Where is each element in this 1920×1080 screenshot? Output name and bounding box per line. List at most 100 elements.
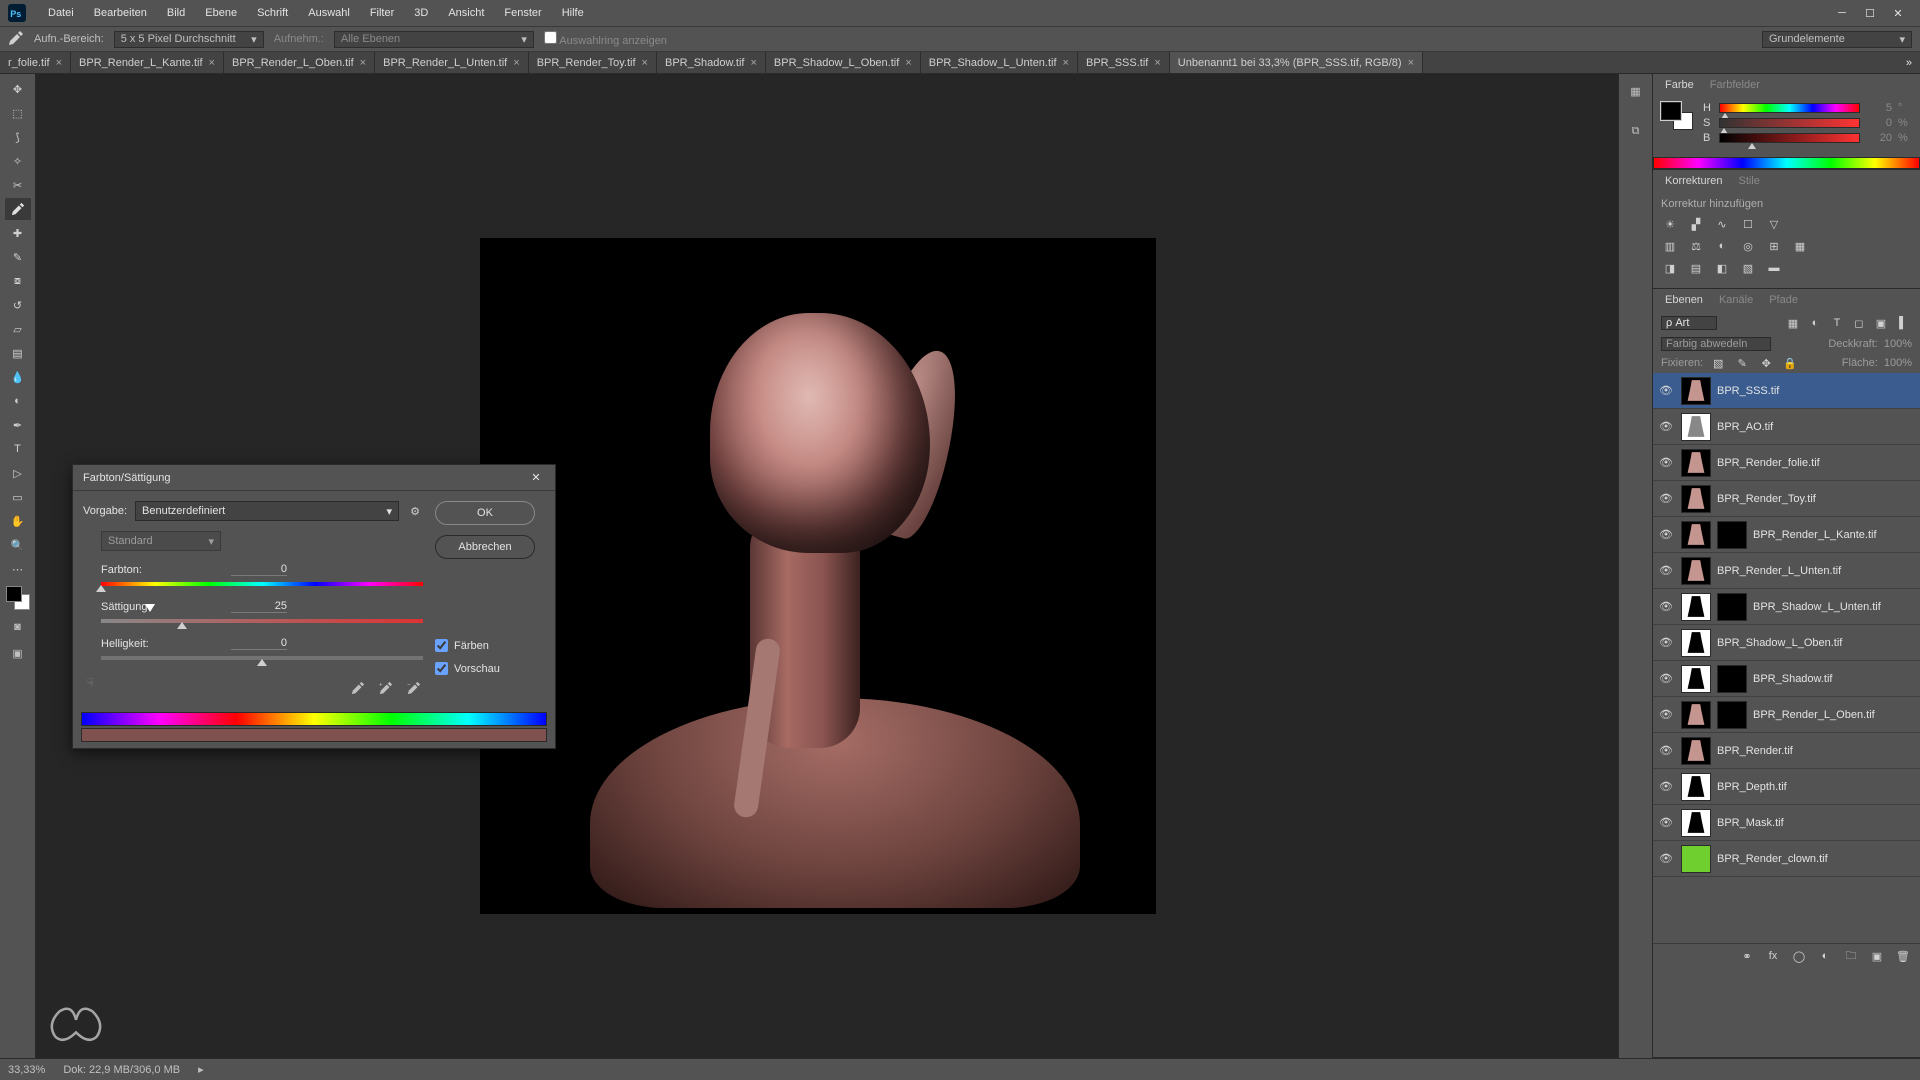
layer-visibility-icon[interactable]: 👁 — [1657, 636, 1675, 649]
layer-visibility-icon[interactable]: 👁 — [1657, 600, 1675, 613]
eyedropper-tool[interactable] — [5, 198, 31, 220]
tab-adjustments[interactable]: Korrekturen — [1657, 173, 1730, 189]
menu-schrift[interactable]: Schrift — [247, 7, 298, 19]
layer-thumbnail[interactable] — [1681, 485, 1711, 513]
exposure-icon[interactable]: ☐ — [1739, 216, 1757, 232]
tab-layers[interactable]: Ebenen — [1657, 292, 1711, 308]
new-layer-icon[interactable]: ▣ — [1868, 948, 1886, 964]
tab-swatches[interactable]: Farbfelder — [1702, 77, 1768, 93]
lock-transparency-icon[interactable]: ▧ — [1709, 355, 1727, 371]
layer-mask-thumbnail[interactable] — [1717, 593, 1747, 621]
layer-row[interactable]: 👁BPR_Render.tif — [1653, 733, 1920, 769]
layer-thumbnail[interactable] — [1681, 557, 1711, 585]
tab-overflow-icon[interactable]: » — [1898, 52, 1920, 73]
layer-visibility-icon[interactable]: 👁 — [1657, 564, 1675, 577]
show-ring-checkbox[interactable]: Auswahlring anzeigen — [544, 31, 667, 47]
screen-mode-button[interactable]: ▣ — [7, 644, 29, 662]
zoom-level[interactable]: 33,33% — [8, 1064, 45, 1076]
layer-row[interactable]: 👁BPR_Depth.tif — [1653, 769, 1920, 805]
layer-visibility-icon[interactable]: 👁 — [1657, 672, 1675, 685]
tab-close-icon[interactable]: × — [209, 57, 215, 69]
window-maximize-button[interactable]: ☐ — [1856, 4, 1884, 22]
sample-layers-select[interactable]: Alle Ebenen▾ — [334, 31, 534, 48]
menu-datei[interactable]: Datei — [38, 7, 84, 19]
document-tab[interactable]: BPR_Render_L_Oben.tif× — [224, 52, 375, 73]
filter-adjust-icon[interactable]: ◐ — [1806, 315, 1824, 331]
saturation-value[interactable]: 25 — [231, 600, 287, 613]
eyedropper-sub-icon[interactable]: − — [405, 680, 423, 696]
layer-filter-type[interactable]: ρ Art — [1661, 316, 1717, 330]
threshold-icon[interactable]: ◧ — [1713, 260, 1731, 276]
layer-row[interactable]: 👁BPR_Mask.tif — [1653, 805, 1920, 841]
status-arrow-icon[interactable]: ▸ — [198, 1063, 204, 1076]
layer-visibility-icon[interactable]: 👁 — [1657, 852, 1675, 865]
layer-row[interactable]: 👁BPR_Render_L_Unten.tif — [1653, 553, 1920, 589]
menu-filter[interactable]: Filter — [360, 7, 404, 19]
layer-thumbnail[interactable] — [1681, 845, 1711, 873]
gradient-map-icon[interactable]: ▬ — [1765, 260, 1783, 276]
layer-row[interactable]: 👁BPR_Shadow_L_Oben.tif — [1653, 625, 1920, 661]
lock-all-icon[interactable]: 🔒 — [1781, 355, 1799, 371]
pen-tool[interactable]: ✒ — [5, 414, 31, 436]
channel-mixer-icon[interactable]: ⊞ — [1765, 238, 1783, 254]
lightness-value[interactable]: 0 — [231, 637, 287, 650]
link-layers-icon[interactable]: ⚭ — [1738, 948, 1756, 964]
document-tab[interactable]: BPR_Render_L_Kante.tif× — [71, 52, 224, 73]
color-ramp[interactable] — [1653, 157, 1920, 169]
menu-hilfe[interactable]: Hilfe — [552, 7, 594, 19]
color-lookup-icon[interactable]: ▦ — [1791, 238, 1809, 254]
eyedropper-add-icon[interactable]: + — [377, 680, 395, 696]
mask-icon[interactable]: ◯ — [1790, 948, 1808, 964]
layer-thumbnail[interactable] — [1681, 449, 1711, 477]
layer-row[interactable]: 👁BPR_Render_L_Kante.tif — [1653, 517, 1920, 553]
quick-mask-button[interactable]: ◙ — [7, 618, 29, 636]
hand-tool[interactable]: ✋ — [5, 510, 31, 532]
document-tab[interactable]: r_folie.tif× — [0, 52, 71, 73]
brightness-icon[interactable]: ☀ — [1661, 216, 1679, 232]
layer-thumbnail[interactable] — [1681, 701, 1711, 729]
fx-icon[interactable]: fx — [1764, 948, 1782, 964]
hue-value[interactable]: 0 — [231, 563, 287, 576]
layer-mask-thumbnail[interactable] — [1717, 665, 1747, 693]
tab-close-icon[interactable]: × — [750, 57, 756, 69]
opacity-value[interactable]: 100% — [1884, 338, 1912, 350]
fill-value[interactable]: 100% — [1884, 357, 1912, 369]
s-value[interactable]: 0 — [1866, 117, 1892, 129]
gradient-tool[interactable]: ▤ — [5, 342, 31, 364]
lock-position-icon[interactable]: ✥ — [1757, 355, 1775, 371]
menu-bild[interactable]: Bild — [157, 7, 195, 19]
document-tab[interactable]: BPR_Shadow_L_Oben.tif× — [766, 52, 921, 73]
layer-row[interactable]: 👁BPR_Shadow.tif — [1653, 661, 1920, 697]
levels-icon[interactable]: ▞ — [1687, 216, 1705, 232]
tab-channels[interactable]: Kanäle — [1711, 292, 1761, 308]
tab-close-icon[interactable]: × — [360, 57, 366, 69]
tab-close-icon[interactable]: × — [642, 57, 648, 69]
doc-size[interactable]: Dok: 22,9 MB/306,0 MB — [63, 1064, 180, 1076]
layer-thumbnail[interactable] — [1681, 773, 1711, 801]
tab-styles[interactable]: Stile — [1730, 173, 1767, 189]
filter-type-icon[interactable]: T — [1828, 315, 1846, 331]
layer-mask-thumbnail[interactable] — [1717, 521, 1747, 549]
layer-visibility-icon[interactable]: 👁 — [1657, 780, 1675, 793]
layer-thumbnail[interactable] — [1681, 809, 1711, 837]
saturation-slider[interactable] — [101, 619, 423, 623]
color-swatch-pair[interactable] — [1661, 102, 1693, 130]
layer-visibility-icon[interactable]: 👁 — [1657, 708, 1675, 721]
sample-size-select[interactable]: 5 x 5 Pixel Durchschnitt▾ — [114, 31, 264, 48]
edit-toolbar[interactable]: ⋯ — [5, 558, 31, 580]
lasso-tool[interactable]: ⟆ — [5, 126, 31, 148]
tab-close-icon[interactable]: × — [1063, 57, 1069, 69]
selective-color-icon[interactable]: ▧ — [1739, 260, 1757, 276]
menu-ansicht[interactable]: Ansicht — [438, 7, 494, 19]
layer-row[interactable]: 👁BPR_Shadow_L_Unten.tif — [1653, 589, 1920, 625]
layer-thumbnail[interactable] — [1681, 737, 1711, 765]
colorize-checkbox[interactable]: Färben — [435, 639, 489, 652]
cancel-button[interactable]: Abbrechen — [435, 535, 535, 559]
tab-close-icon[interactable]: × — [1154, 57, 1160, 69]
preset-gear-icon[interactable]: ⚙ — [407, 503, 423, 519]
history-brush-tool[interactable]: ↺ — [5, 294, 31, 316]
document-tab[interactable]: BPR_Render_L_Unten.tif× — [375, 52, 529, 73]
type-tool[interactable]: T — [5, 438, 31, 460]
tab-close-icon[interactable]: × — [513, 57, 519, 69]
layer-thumbnail[interactable] — [1681, 629, 1711, 657]
